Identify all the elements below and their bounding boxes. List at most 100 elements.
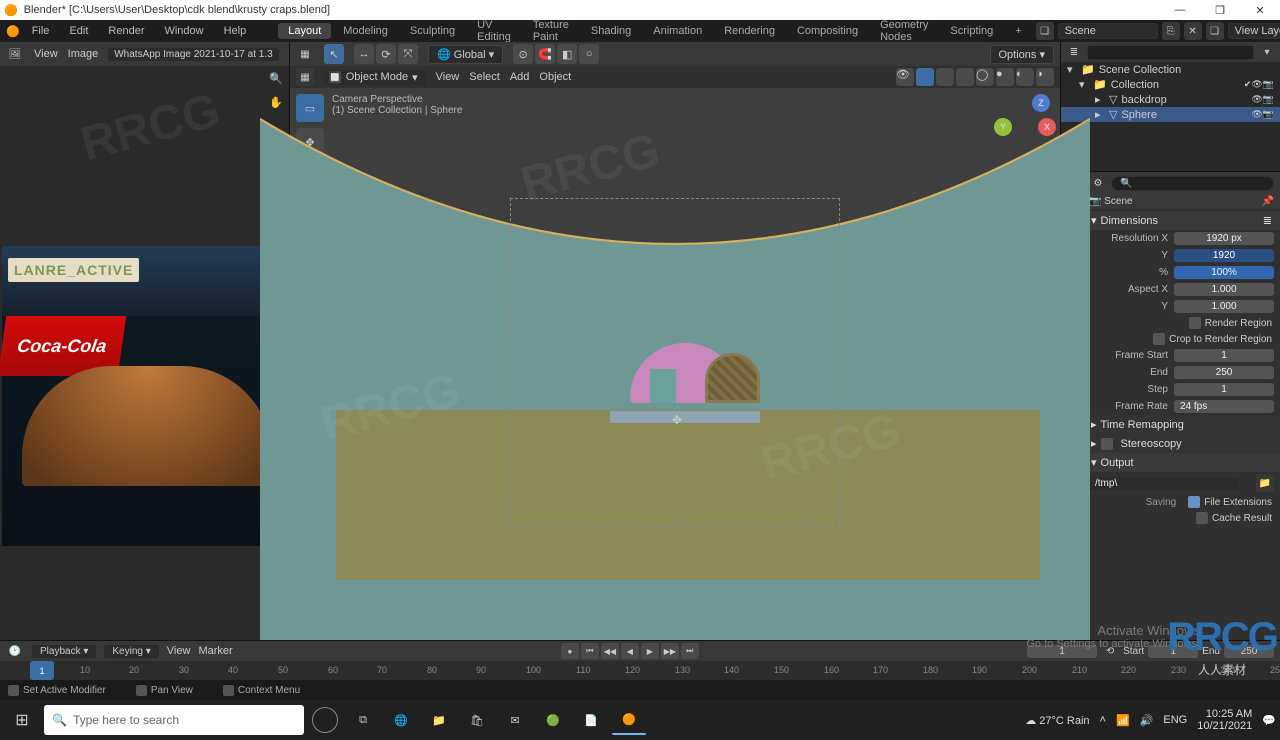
file-extensions-check[interactable]: SavingFile Extensions: [1083, 494, 1280, 510]
widget-rotate-icon[interactable]: ⟳: [376, 44, 396, 64]
dimensions-panel-header[interactable]: ▾ Dimensions≣: [1083, 211, 1280, 230]
image-datablock[interactable]: WhatsApp Image 2021-10-17 at 1.3: [108, 48, 278, 61]
viewlayer-browse-icon[interactable]: ❏: [1206, 22, 1224, 40]
editor-type-icon[interactable]: 🖼: [6, 45, 24, 63]
menu-file[interactable]: File: [24, 23, 58, 39]
resolution-y-field[interactable]: [1174, 249, 1274, 262]
tray-clock[interactable]: 10:25 AM10/21/2021: [1197, 708, 1252, 732]
workspace-sculpting[interactable]: Sculpting: [400, 23, 465, 39]
timeline-view-menu[interactable]: View: [167, 645, 191, 657]
outliner-collection[interactable]: ▾📁 Collection✔👁📷: [1061, 77, 1280, 92]
scene-datablock[interactable]: Scene: [1104, 196, 1261, 207]
menu-edit[interactable]: Edit: [61, 23, 96, 39]
shading-wire-icon[interactable]: ◯: [976, 68, 994, 86]
timeline-editor-icon[interactable]: 🕑: [6, 642, 24, 660]
frame-end-field[interactable]: 250: [1174, 366, 1274, 379]
gizmo-toggle-icon[interactable]: [916, 68, 934, 86]
viewport-menu-select[interactable]: Select: [469, 71, 500, 83]
autokey-icon[interactable]: ●: [561, 643, 579, 659]
outliner-search[interactable]: [1087, 45, 1254, 60]
outliner-scene-collection[interactable]: ▾📁 Scene Collection: [1061, 62, 1280, 77]
frame-start-field[interactable]: 1: [1174, 349, 1274, 362]
window-minimize-button[interactable]: —: [1160, 0, 1200, 20]
menu-render[interactable]: Render: [100, 23, 152, 39]
workspace-uv[interactable]: UV Editing: [467, 17, 521, 45]
taskbar-search[interactable]: 🔍 Type here to search: [44, 705, 304, 735]
task-mail-icon[interactable]: ✉: [498, 705, 532, 735]
workspace-animation[interactable]: Animation: [643, 23, 712, 39]
3d-viewport-canvas[interactable]: ▭ ✥ ✢ ⟳ ⤢ ⊞ ✎ 📏 ◧ Camera Perspective (1)…: [290, 88, 1060, 640]
jump-start-icon[interactable]: ⏮: [581, 643, 599, 659]
next-key-icon[interactable]: ▶▶: [661, 643, 679, 659]
workspace-compositing[interactable]: Compositing: [787, 23, 868, 39]
workspace-scripting[interactable]: Scripting: [940, 23, 1003, 39]
shading-matprev-icon[interactable]: ◐: [1016, 68, 1034, 86]
interaction-mode[interactable]: 🔲 Object Mode ▾: [324, 70, 426, 85]
workspace-shading[interactable]: Shading: [581, 23, 641, 39]
aspect-x-field[interactable]: 1.000: [1174, 283, 1274, 296]
outliner-editor-icon[interactable]: ≣: [1065, 43, 1083, 61]
visibility-icon[interactable]: 👁: [896, 68, 914, 86]
menu-window[interactable]: Window: [156, 23, 211, 39]
weather-widget[interactable]: ☁ 27°C Rain: [1025, 714, 1089, 727]
pin-icon[interactable]: 📌: [1262, 196, 1274, 207]
task-taskview-icon[interactable]: ⧉: [346, 705, 380, 735]
play-reverse-icon[interactable]: ◀: [621, 643, 639, 659]
task-explorer-icon[interactable]: 📁: [422, 705, 456, 735]
tray-volume-icon[interactable]: 🔊: [1140, 714, 1154, 727]
scene-browse-icon[interactable]: ❏: [1036, 22, 1054, 40]
time-remapping-panel[interactable]: ▸ Time Remapping: [1083, 415, 1280, 434]
xray-icon[interactable]: [956, 68, 974, 86]
widget-move-icon[interactable]: ↔: [354, 44, 374, 64]
overlay-toggle-icon[interactable]: [936, 68, 954, 86]
tray-network-icon[interactable]: 📶: [1116, 714, 1130, 727]
new-scene-icon[interactable]: ⎘: [1162, 22, 1180, 40]
transform-orientation[interactable]: 🌐 Global ▾: [428, 45, 503, 64]
render-region-check[interactable]: Render Region: [1083, 315, 1280, 331]
shading-rendered-icon[interactable]: ◑: [1036, 68, 1054, 86]
window-close-button[interactable]: ✕: [1240, 0, 1280, 20]
workspace-layout[interactable]: Layout: [278, 23, 331, 39]
frame-step-field[interactable]: 1: [1174, 383, 1274, 396]
image-menu-image[interactable]: Image: [68, 48, 99, 60]
scene-name-field[interactable]: [1058, 23, 1158, 39]
viewport-menu-add[interactable]: Add: [510, 71, 530, 83]
viewlayer-name-field[interactable]: [1228, 23, 1280, 39]
viewport-menu-object[interactable]: Object: [539, 71, 571, 83]
workspace-texture-paint[interactable]: Texture Paint: [523, 17, 579, 45]
stereoscopy-panel[interactable]: ▸ Stereoscopy: [1083, 434, 1280, 453]
shading-solid-icon[interactable]: ●: [996, 68, 1014, 86]
task-edge-icon[interactable]: 🌐: [384, 705, 418, 735]
workspace-rendering[interactable]: Rendering: [714, 23, 785, 39]
tray-notifications-icon[interactable]: 💬: [1262, 714, 1276, 727]
task-cortana-icon[interactable]: [308, 705, 342, 735]
timeline-playback-menu[interactable]: Playback ▾: [32, 645, 96, 658]
pivot-icon[interactable]: ⊙: [513, 44, 533, 64]
snap-icon[interactable]: 🧲: [535, 44, 555, 64]
task-chrome-icon[interactable]: 🟢: [536, 705, 570, 735]
prop-editor-icon[interactable]: ⚙: [1089, 174, 1107, 192]
image-zoom-icon[interactable]: 🔍: [269, 72, 283, 85]
output-path-field[interactable]: [1089, 477, 1239, 490]
aspect-y-field[interactable]: 1.000: [1174, 300, 1274, 313]
outliner-item-backdrop[interactable]: ▸▽ backdrop👁📷: [1061, 92, 1280, 107]
browse-folder-icon[interactable]: 📁: [1256, 474, 1274, 492]
tray-lang-icon[interactable]: ENG: [1163, 714, 1187, 726]
workspace-add-tab[interactable]: +: [1005, 23, 1031, 39]
set-start-icon[interactable]: ⟲: [1101, 642, 1119, 660]
resolution-x-field[interactable]: 1920 px: [1174, 232, 1274, 245]
range-start-field[interactable]: 1: [1148, 645, 1198, 658]
image-menu-view[interactable]: View: [34, 48, 58, 60]
outliner-item-sphere[interactable]: ▸▽ Sphere👁📷: [1061, 107, 1280, 122]
delete-scene-icon[interactable]: ✕: [1184, 22, 1202, 40]
prev-key-icon[interactable]: ◀◀: [601, 643, 619, 659]
task-blender-icon[interactable]: 🟠: [612, 705, 646, 735]
output-panel-header[interactable]: ▾ Output: [1083, 453, 1280, 472]
image-editor-view[interactable]: 🔍 ✋ LANRE_ACTIVE Coca-Cola: [0, 66, 289, 640]
playhead[interactable]: 1: [30, 661, 54, 680]
outliner-filter-icon[interactable]: ▾: [1258, 43, 1276, 61]
snap-target-icon[interactable]: ◧: [557, 44, 577, 64]
cache-result-check[interactable]: Cache Result: [1083, 510, 1280, 526]
viewport-options[interactable]: Options ▾: [990, 45, 1055, 64]
menu-help[interactable]: Help: [216, 23, 255, 39]
